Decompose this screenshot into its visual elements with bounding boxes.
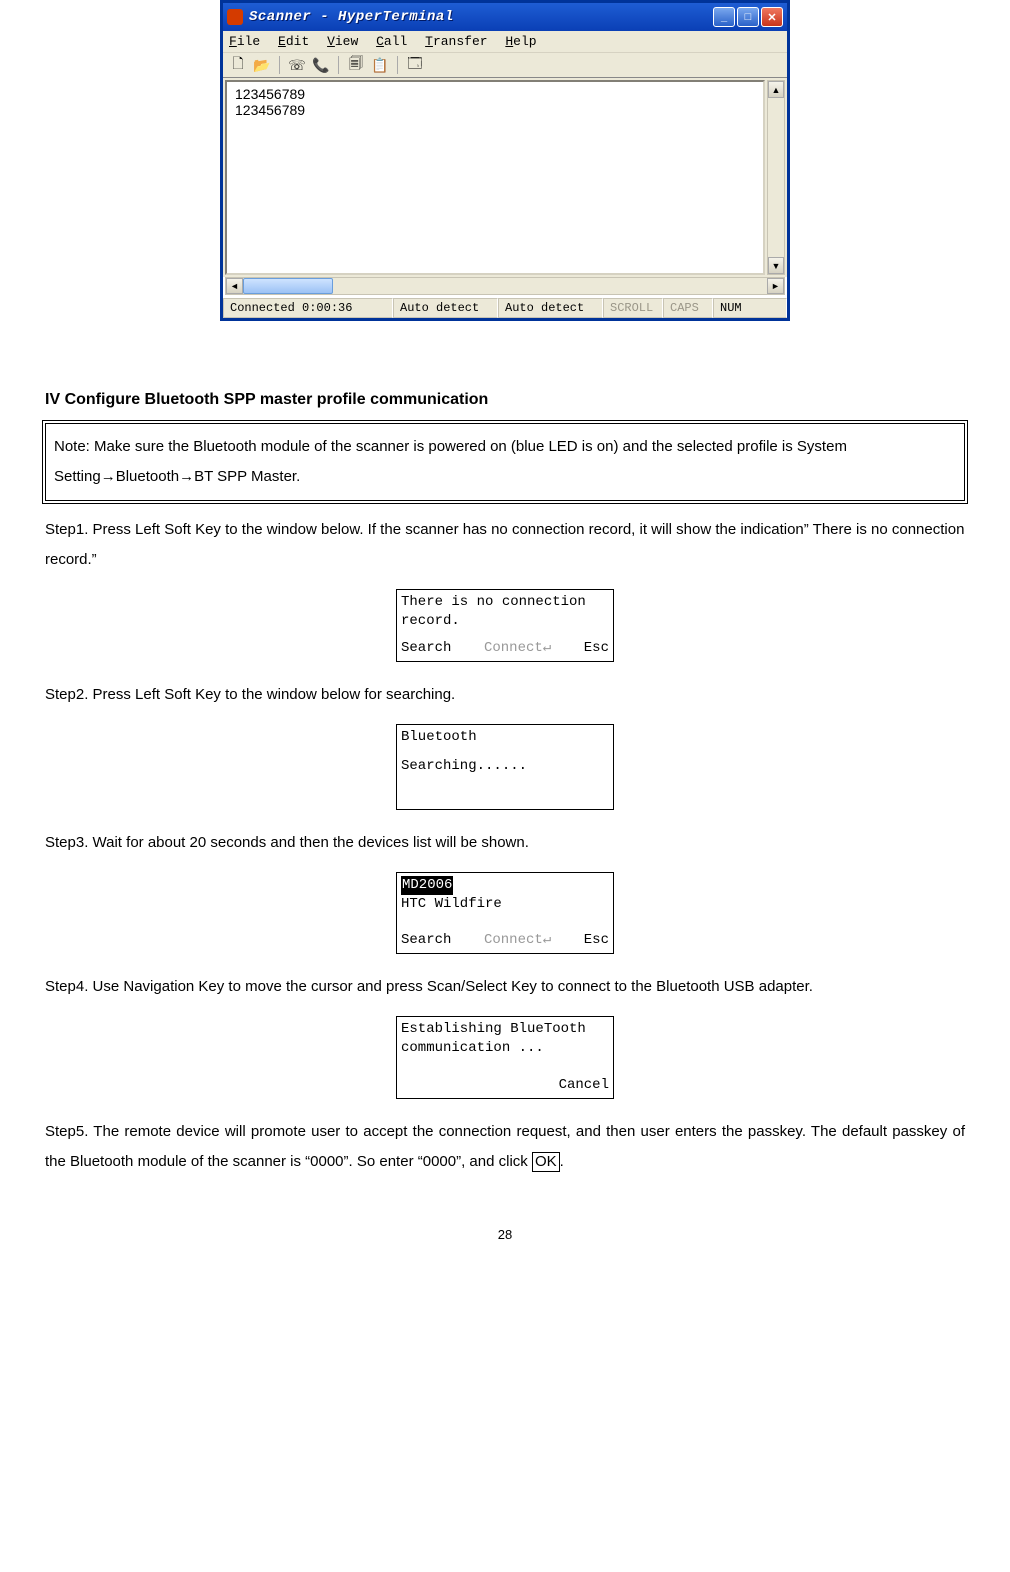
separator	[338, 56, 339, 74]
lcd-line: Establishing BlueTooth	[401, 1020, 609, 1039]
lcd-line: HTC Wildfire	[401, 895, 609, 914]
softkey-cancel: Cancel	[401, 1076, 609, 1095]
softkey-mid: Connect↵	[484, 931, 551, 950]
step5-text: Step5. The remote device will promote us…	[45, 1117, 965, 1177]
lcd-selected-item: MD2006	[401, 876, 453, 895]
separator	[279, 56, 280, 74]
scroll-up-icon[interactable]: ▲	[768, 81, 784, 98]
step1-text: Step1. Press Left Soft Key to the window…	[45, 515, 965, 575]
menu-file[interactable]: File	[229, 34, 260, 49]
status-detect: Auto detect	[393, 298, 498, 318]
lcd-line: record.	[401, 612, 609, 631]
status-caps: CAPS	[663, 298, 713, 318]
receive-icon[interactable]: 📋	[371, 56, 389, 74]
lcd-line: Bluetooth	[401, 728, 609, 747]
ok-button-ref: OK	[532, 1152, 560, 1172]
window-title: Scanner - HyperTerminal	[249, 9, 713, 25]
lcd-line: Searching......	[401, 757, 609, 776]
page-number: 28	[45, 1227, 965, 1242]
titlebar: Scanner - HyperTerminal _ □ ✕	[223, 3, 787, 31]
softkey-left: Search	[401, 931, 451, 950]
menu-edit[interactable]: Edit	[278, 34, 309, 49]
menubar: File Edit View Call Transfer Help	[223, 31, 787, 53]
disconnect-icon[interactable]: 📞	[312, 56, 330, 74]
scroll-track[interactable]	[333, 278, 767, 294]
menu-transfer[interactable]: Transfer	[425, 34, 487, 49]
connect-icon[interactable]: ☏	[288, 56, 306, 74]
step4-text: Step4. Use Navigation Key to move the cu…	[45, 972, 965, 1002]
lcd-screen-2: Bluetooth Searching......	[396, 724, 614, 810]
scroll-down-icon[interactable]: ▼	[768, 257, 784, 274]
lcd-screen-4: Establishing BlueTooth communication ...…	[396, 1016, 614, 1099]
lcd-screen-1: There is no connection record. Search Co…	[396, 589, 614, 662]
maximize-button[interactable]: □	[737, 7, 759, 27]
status-num: NUM	[713, 298, 787, 318]
status-detect: Auto detect	[498, 298, 603, 318]
minimize-button[interactable]: _	[713, 7, 735, 27]
step2-text: Step2. Press Left Soft Key to the window…	[45, 680, 965, 710]
vertical-scrollbar[interactable]: ▲ ▼	[767, 80, 785, 275]
scroll-track[interactable]	[768, 98, 784, 257]
status-connected: Connected 0:00:36	[223, 298, 393, 318]
scroll-left-icon[interactable]: ◄	[226, 278, 243, 294]
hyperterminal-window: Scanner - HyperTerminal _ □ ✕ File Edit …	[220, 0, 790, 321]
statusbar: Connected 0:00:36 Auto detect Auto detec…	[223, 297, 787, 318]
menu-help[interactable]: Help	[505, 34, 536, 49]
lcd-line: There is no connection	[401, 593, 609, 612]
softkey-mid: Connect↵	[484, 639, 551, 658]
properties-icon[interactable]: 🗔	[406, 56, 424, 74]
close-button[interactable]: ✕	[761, 7, 783, 27]
section-heading: IV Configure Bluetooth SPP master profil…	[45, 391, 965, 409]
lcd-line: communication ...	[401, 1039, 609, 1058]
scroll-right-icon[interactable]: ►	[767, 278, 784, 294]
toolbar: 🗋 📂 ☏ 📞 🗐 📋 🗔	[223, 53, 787, 78]
softkey-left: Search	[401, 639, 451, 658]
menu-view[interactable]: View	[327, 34, 358, 49]
step5-part-b: .	[560, 1153, 564, 1170]
output-line: 123456789	[235, 102, 755, 118]
open-icon[interactable]: 📂	[253, 56, 271, 74]
step3-text: Step3. Wait for about 20 seconds and the…	[45, 828, 965, 858]
lcd-screen-3: MD2006 HTC Wildfire Search Connect↵ Esc	[396, 872, 614, 955]
new-icon[interactable]: 🗋	[229, 56, 247, 74]
softkey-right: Esc	[584, 931, 609, 950]
note-box: Note: Make sure the Bluetooth module of …	[45, 423, 965, 501]
output-line: 123456789	[235, 86, 755, 102]
terminal-output[interactable]: 123456789 123456789	[225, 80, 765, 275]
app-icon	[227, 9, 243, 25]
send-icon[interactable]: 🗐	[347, 56, 365, 74]
status-scroll: SCROLL	[603, 298, 663, 318]
horizontal-scrollbar[interactable]: ◄ ►	[225, 277, 785, 295]
scroll-thumb[interactable]	[243, 278, 333, 294]
softkey-right: Esc	[584, 639, 609, 658]
separator	[397, 56, 398, 74]
menu-call[interactable]: Call	[376, 34, 407, 49]
step5-part-a: Step5. The remote device will promote us…	[45, 1123, 965, 1170]
